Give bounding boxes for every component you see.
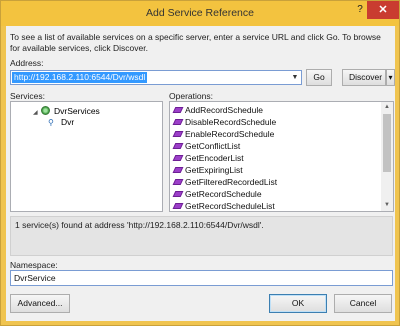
method-icon (172, 143, 184, 149)
go-button[interactable]: Go (306, 69, 332, 86)
tree-item-dvr[interactable]: ⚲ Dvr (48, 117, 74, 128)
method-icon (172, 203, 184, 209)
list-item[interactable]: EnableRecordSchedule (172, 129, 274, 140)
window-title: Add Service Reference (146, 7, 254, 19)
expand-icon[interactable]: ◢ (33, 108, 39, 119)
scroll-down-icon[interactable]: ▼ (381, 200, 393, 211)
discover-dropdown-icon[interactable]: ▾ (386, 69, 395, 86)
ok-button[interactable]: OK (269, 294, 327, 313)
method-icon (172, 155, 184, 161)
intro-text: To see a list of available services on a… (10, 32, 381, 53)
operations-scrollbar[interactable]: ▲ ▼ (381, 102, 393, 211)
service-globe-icon (41, 106, 50, 115)
scroll-up-icon[interactable]: ▲ (381, 102, 393, 113)
method-icon (172, 167, 184, 173)
list-item[interactable]: GetFilteredRecordedList (172, 177, 277, 188)
scroll-thumb[interactable] (383, 114, 391, 172)
cancel-button[interactable]: Cancel (334, 294, 392, 313)
list-item[interactable]: AddRecordSchedule (172, 105, 263, 116)
address-label: Address: (10, 58, 44, 68)
add-service-reference-dialog: Add Service Reference ? ✕ To see a list … (0, 0, 400, 326)
discover-button[interactable]: Discover (342, 69, 386, 86)
method-icon (172, 119, 184, 125)
help-icon[interactable]: ? (354, 4, 366, 15)
list-item[interactable]: GetConflictList (172, 141, 240, 152)
list-item[interactable]: GetExpiringList (172, 165, 243, 176)
tree-item-label: DvrServices (54, 106, 100, 116)
title-bar[interactable]: Add Service Reference ? ✕ (1, 1, 399, 26)
list-item[interactable]: GetEncoderList (172, 153, 244, 164)
operations-list[interactable]: AddRecordSchedule DisableRecordSchedule … (169, 101, 394, 212)
address-combobox[interactable]: http://192.168.2.110:6544/Dvr/wsdl ▼ (10, 70, 302, 85)
method-icon (172, 107, 184, 113)
close-button[interactable]: ✕ (367, 1, 399, 19)
method-icon (172, 179, 184, 185)
tree-item-dvrservices[interactable]: ◢ DvrServices (33, 106, 100, 117)
list-item[interactable]: DisableRecordSchedule (172, 117, 276, 128)
namespace-input[interactable]: DvrService (10, 270, 393, 286)
method-icon (172, 191, 184, 197)
address-dropdown-icon[interactable]: ▼ (289, 71, 301, 84)
operations-label: Operations: (169, 91, 213, 101)
namespace-label: Namespace: (10, 260, 58, 270)
services-label: Services: (10, 91, 45, 101)
dialog-body: To see a list of available services on a… (6, 26, 395, 321)
discover-button-label: Discover (349, 72, 383, 82)
list-item[interactable]: GetRecordSchedule (172, 189, 262, 200)
advanced-button[interactable]: Advanced... (10, 294, 70, 313)
method-icon (172, 131, 184, 137)
tree-item-label: Dvr (61, 117, 75, 127)
address-input[interactable]: http://192.168.2.110:6544/Dvr/wsdl (12, 72, 148, 83)
services-tree[interactable]: ◢ DvrServices ⚲ Dvr (10, 101, 163, 212)
interface-icon: ⚲ (48, 118, 54, 127)
status-message: 1 service(s) found at address 'http://19… (10, 216, 393, 256)
list-item[interactable]: GetRecordScheduleList (172, 201, 275, 212)
